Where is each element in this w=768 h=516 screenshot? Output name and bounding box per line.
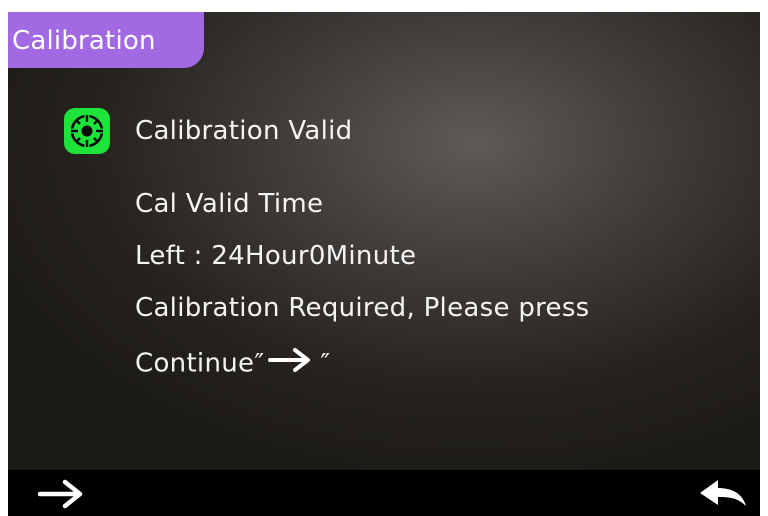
valid-time-label: Cal Valid Time [135,189,324,219]
calibration-required-text: Calibration Required, Please press [135,293,590,323]
continue-label: Continue [135,348,255,379]
time-left-label: Left : [135,241,212,271]
close-quote: ″ [320,348,331,379]
time-left-value: 24Hour0Minute [211,241,417,271]
open-quote: ″ [254,348,265,379]
calibration-screen: Calibration Calibration Valid Cal Valid … [8,12,760,516]
page-title: Calibration [8,12,204,68]
return-arrow-icon [700,480,746,506]
bottom-toolbar [8,470,760,516]
continue-button[interactable] [34,476,90,512]
calibration-target-icon [58,108,116,154]
time-left-row: Left : 24Hour0Minute [135,240,416,272]
right-arrow-icon [268,347,314,381]
right-arrow-icon [37,479,83,509]
continue-instruction: Continue″ ″ [135,347,330,381]
calibration-status-text: Calibration Valid [135,116,353,146]
back-button[interactable] [698,476,748,512]
